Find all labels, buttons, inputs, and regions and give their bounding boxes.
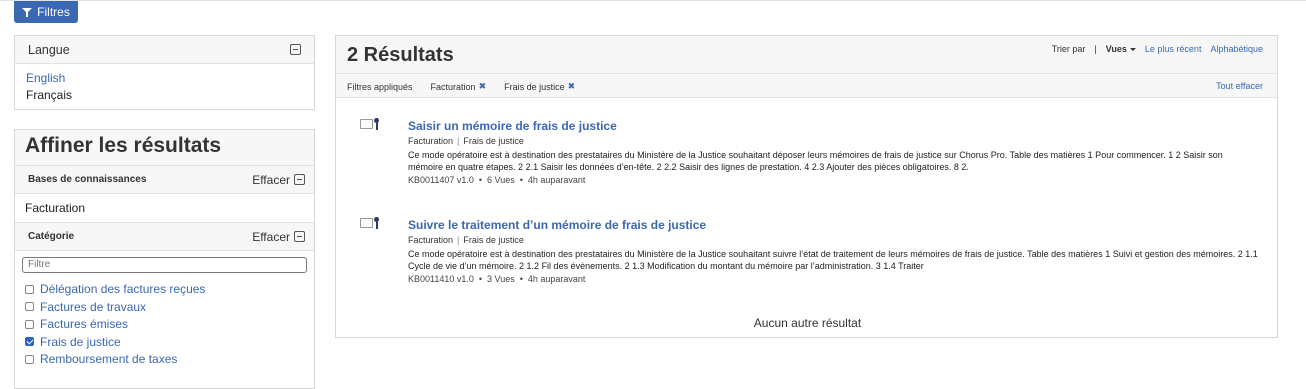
- filters-button[interactable]: Filtres: [14, 1, 78, 23]
- sort-label: Trier par: [1051, 44, 1086, 54]
- knowledge-bases-clear-link[interactable]: Effacer: [252, 173, 290, 187]
- result-category: Facturation | Frais de justice: [408, 136, 524, 146]
- category-item-factures-travaux[interactable]: Factures de travaux: [25, 298, 314, 316]
- language-option-francais[interactable]: Français: [15, 87, 314, 104]
- knowledge-bases-label: Bases de connaissances: [28, 174, 147, 185]
- checkbox[interactable]: [25, 319, 34, 329]
- language-panel-header[interactable]: Langue: [15, 36, 314, 64]
- filters-button-label: Filtres: [37, 5, 70, 19]
- meta-separator: •: [519, 274, 523, 284]
- clear-all-link[interactable]: Tout effacer: [1216, 81, 1263, 91]
- meta-separator: •: [478, 175, 483, 185]
- category-list: Délégation des factures reçues Factures …: [15, 273, 314, 369]
- top-divider: [0, 0, 1306, 1]
- updated-time: 4h auparavant: [527, 175, 586, 185]
- updated-time: 4h auparavant: [527, 274, 586, 284]
- result-description: Ce mode opératoire est à destination des…: [408, 150, 1223, 172]
- result-category: Facturation | Frais de justice: [408, 235, 524, 245]
- applied-filters-bar: Filtres appliqués Facturation ✖ Frais de…: [336, 74, 1277, 98]
- category-label: Catégorie: [28, 231, 75, 242]
- meta-separator: •: [519, 175, 523, 185]
- category-item-label[interactable]: Frais de justice: [40, 335, 121, 349]
- language-panel-title: Langue: [28, 42, 70, 57]
- view-count: 3 Vues: [487, 274, 515, 284]
- result-category-name: Facturation: [408, 136, 454, 146]
- article-id: KB0011410 v1.0: [408, 274, 474, 284]
- refine-panel: Affiner les résultats Bases de connaissa…: [14, 129, 315, 389]
- result-meta: KB0011410 v1.0 • 3 Vues • 4h auparavant: [408, 274, 1258, 284]
- result-category-name: Facturation: [408, 235, 454, 245]
- category-item-label[interactable]: Factures émises: [40, 317, 128, 331]
- checkbox[interactable]: [25, 284, 34, 294]
- refine-panel-title: Affiner les résultats: [15, 130, 314, 166]
- results-panel: 2 Résultats Trier par | Vues Le plus réc…: [335, 35, 1278, 338]
- filter-tag-label: Facturation: [430, 81, 476, 92]
- sort-option-views[interactable]: Vues: [1106, 44, 1136, 54]
- language-option-english[interactable]: English: [15, 70, 314, 87]
- article-id: KB0011407 v1.0: [408, 175, 474, 185]
- collapse-icon[interactable]: [290, 44, 301, 55]
- category-clear-link[interactable]: Effacer: [252, 230, 290, 244]
- checkbox-checked[interactable]: [25, 337, 34, 347]
- result-description: Ce mode opératoire est à destination des…: [408, 249, 1258, 271]
- results-count: 2 Résultats: [347, 44, 454, 66]
- checkbox[interactable]: [25, 354, 34, 364]
- meta-separator: •: [478, 274, 483, 284]
- applied-filters-label: Filtres appliqués: [347, 81, 413, 92]
- sort-bar: Trier par | Vues Le plus récent Alphabét…: [1052, 44, 1263, 54]
- result-subcategory-name: Frais de justice: [463, 235, 524, 245]
- collapse-icon[interactable]: [294, 231, 305, 242]
- remove-filter-icon[interactable]: ✖: [568, 81, 576, 92]
- category-item-factures-emises[interactable]: Factures émises: [25, 316, 314, 334]
- result-title-link[interactable]: Saisir un mémoire de frais de justice: [408, 118, 1258, 134]
- category-item-delegation[interactable]: Délégation des factures reçues: [25, 281, 314, 299]
- knowledge-base-value[interactable]: Facturation: [15, 194, 314, 223]
- category-item-label[interactable]: Factures de travaux: [40, 300, 146, 314]
- category-header: Catégorie Effacer: [15, 223, 314, 251]
- filter-tag-facturation: Facturation ✖: [431, 81, 487, 92]
- category-filter-input[interactable]: [22, 256, 307, 273]
- no-more-results: Aucun autre résultat: [753, 316, 862, 330]
- checkbox[interactable]: [25, 302, 34, 312]
- sort-separator: |: [1094, 44, 1097, 54]
- filter-icon: [22, 7, 33, 17]
- result-meta: KB0011407 v1.0 • 6 Vues • 4h auparavant: [408, 175, 1258, 185]
- category-item-label[interactable]: Remboursement de taxes: [40, 352, 177, 366]
- category-item-label[interactable]: Délégation des factures reçues: [40, 282, 205, 296]
- language-panel: Langue English Français: [14, 35, 315, 110]
- view-count: 6 Vues: [487, 175, 515, 185]
- knowledge-bases-header: Bases de connaissances Effacer: [15, 166, 314, 194]
- filter-tag-label: Frais de justice: [504, 81, 565, 92]
- category-item-frais-justice[interactable]: Frais de justice: [25, 333, 314, 351]
- filter-tag-frais-justice: Frais de justice ✖: [504, 81, 575, 92]
- results-header: 2 Résultats Trier par | Vues Le plus réc…: [336, 36, 1277, 74]
- result-subcategory-name: Frais de justice: [463, 136, 524, 146]
- sort-option-recent[interactable]: Le plus récent: [1145, 44, 1202, 54]
- article-thumbnail-icon: [358, 118, 380, 132]
- result-title-link[interactable]: Suivre le traitement d’un mémoire de fra…: [408, 217, 1258, 233]
- remove-filter-icon[interactable]: ✖: [479, 81, 487, 92]
- category-item-remboursement[interactable]: Remboursement de taxes: [25, 351, 314, 369]
- article-thumbnail-icon: [358, 217, 380, 231]
- collapse-icon[interactable]: [294, 174, 305, 185]
- sort-option-alphabetical[interactable]: Alphabétique: [1210, 44, 1263, 54]
